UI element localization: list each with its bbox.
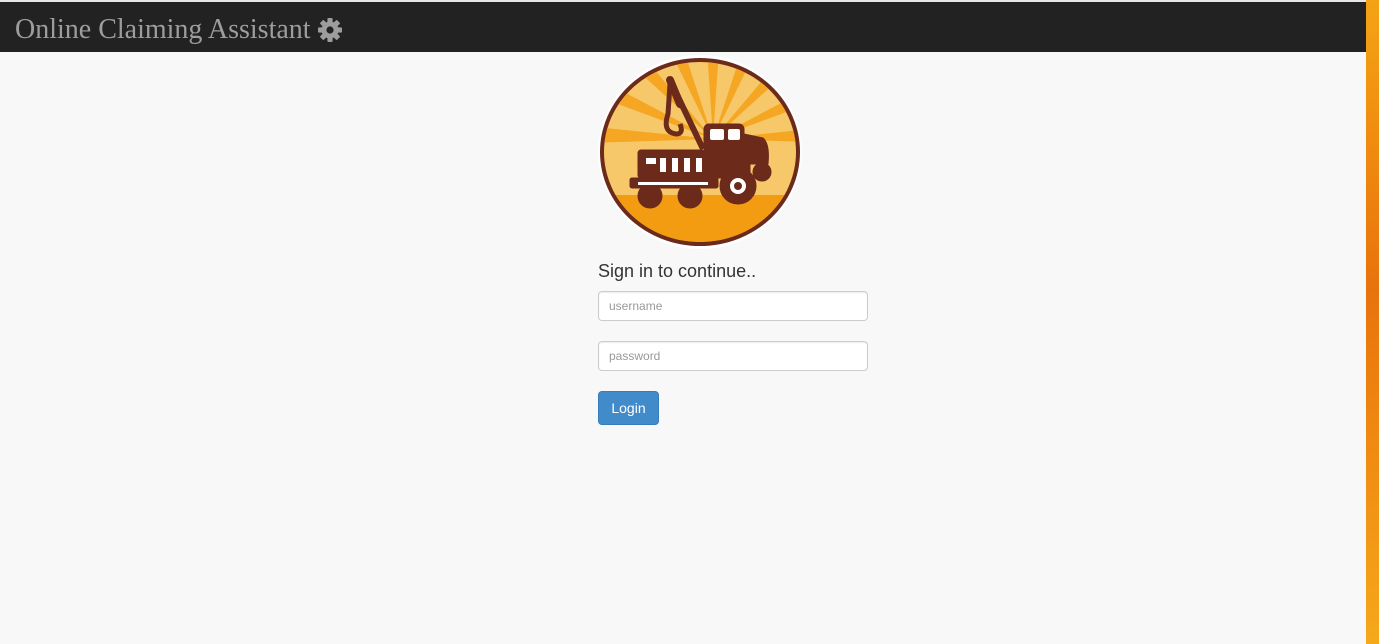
gear-icon [317, 17, 343, 43]
signin-heading: Sign in to continue.. [598, 261, 757, 281]
login-button[interactable]: Login [598, 391, 659, 425]
brand-link[interactable]: Online Claiming Assistant [15, 14, 343, 46]
navbar: Online Claiming Assistant [0, 0, 1366, 52]
page: Online Claiming Assistant Sign in to con… [0, 0, 1366, 644]
desktop-background [1366, 0, 1379, 644]
password-input[interactable] [598, 341, 868, 371]
app-title: Online Claiming Assistant [15, 14, 311, 45]
username-input[interactable] [598, 291, 868, 321]
tow-truck-logo [598, 54, 803, 254]
